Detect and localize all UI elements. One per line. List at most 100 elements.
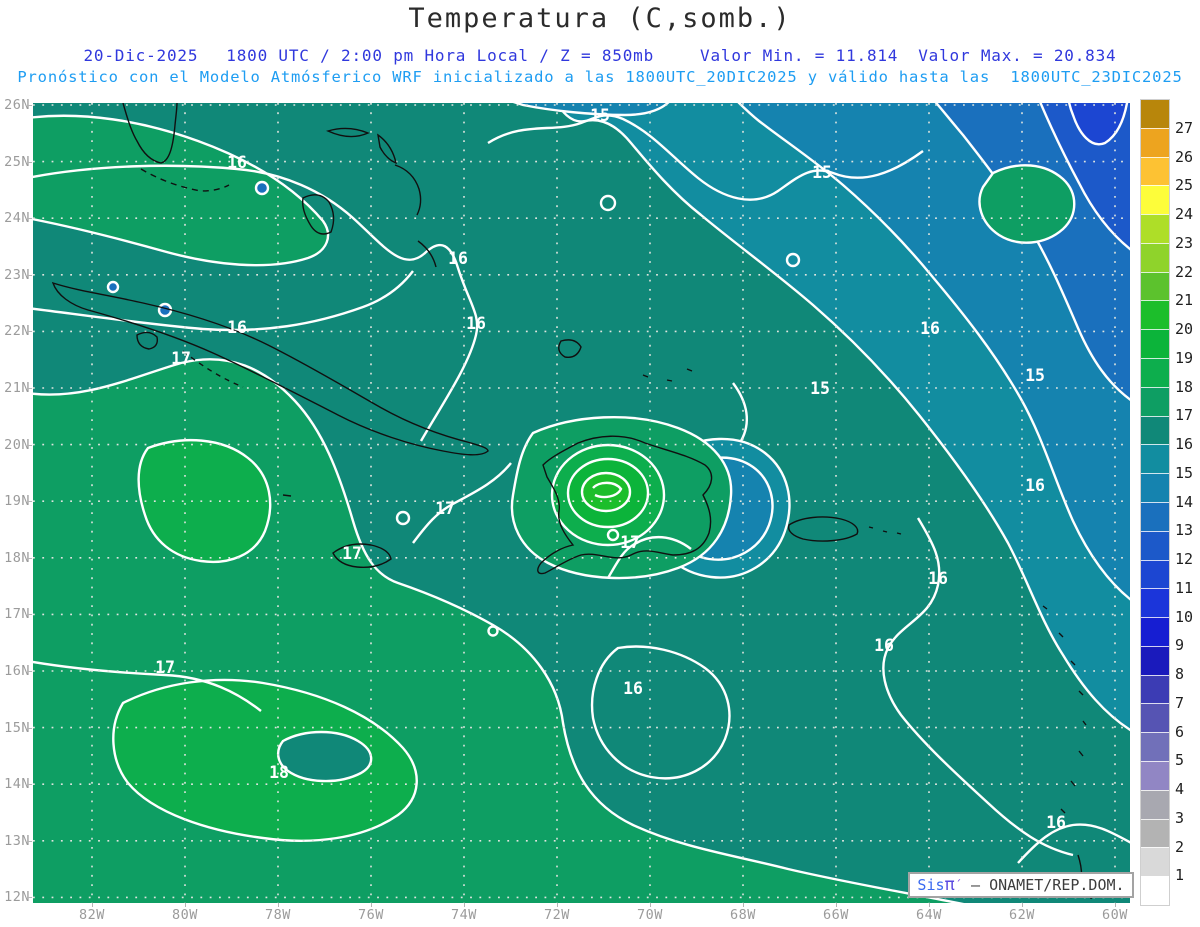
colorbar-swatch xyxy=(1141,444,1169,474)
colorbar-swatch xyxy=(1141,501,1169,531)
colorbar xyxy=(1140,99,1170,906)
colorbar-tick-label: 24 xyxy=(1175,205,1194,223)
colorbar-tick-label: 23 xyxy=(1175,233,1194,252)
contour-label: 16 xyxy=(874,636,894,655)
lat-axis-label: 12N xyxy=(4,889,30,906)
colorbar-tick-label: 13 xyxy=(1175,521,1194,540)
colorbar-tick-label: 8 xyxy=(1175,665,1185,683)
lat-axis-tick xyxy=(27,557,32,559)
lat-axis-tick xyxy=(27,727,32,729)
colorbar-tick-label: 2 xyxy=(1175,837,1185,856)
colorbar-tick-label: 10 xyxy=(1175,607,1194,626)
contour-label: 16 xyxy=(448,249,468,268)
contour-label: 17 xyxy=(620,533,640,552)
lat-axis-label: 22N xyxy=(4,323,30,340)
colorbar-swatch xyxy=(1141,530,1169,560)
band-16-17-bottom-hole xyxy=(276,730,373,783)
watermark-pi-icon: π xyxy=(944,875,955,895)
colorbar-swatch xyxy=(1141,760,1169,790)
colorbar-swatch xyxy=(1141,847,1169,877)
lat-axis-tick xyxy=(27,840,32,842)
lat-axis-label: 18N xyxy=(4,549,30,566)
lat-axis-label: 20N xyxy=(4,436,30,453)
lon-axis-label: 64W xyxy=(916,907,942,923)
lat-axis-label: 24N xyxy=(4,210,30,227)
lon-axis-label: 68W xyxy=(730,907,756,923)
lon-axis-label: 60W xyxy=(1102,907,1128,923)
lat-axis-label: 14N xyxy=(4,776,30,793)
colorbar-swatch xyxy=(1141,271,1169,301)
forecast-run: 1800 UTC / 2:00 pm Hora Local / Z = 850m… xyxy=(226,46,655,65)
value-max: Valor Max. = 20.834 xyxy=(918,46,1117,65)
contour-label: 16 xyxy=(623,679,643,698)
lon-axis-tick xyxy=(371,903,372,907)
cold-spot xyxy=(254,180,270,196)
contour-label: 15 xyxy=(810,379,830,398)
colorbar-tick-label: 9 xyxy=(1175,636,1185,655)
colorbar-tick-label: 11 xyxy=(1175,578,1194,597)
colorbar-swatch xyxy=(1141,127,1169,157)
contour-label: 17 xyxy=(171,349,191,368)
lat-axis-tick xyxy=(27,444,32,446)
colorbar-tick-label: 1 xyxy=(1175,866,1185,885)
lon-axis-tick xyxy=(185,903,186,907)
weather-map-page: { "title": "Temperatura (C,somb.)", "hea… xyxy=(0,0,1200,927)
colorbar-tick-label: 20 xyxy=(1175,320,1194,338)
colorbar-swatch xyxy=(1141,645,1169,675)
colorbar-swatch xyxy=(1141,386,1169,416)
lat-axis-label: 13N xyxy=(4,832,30,849)
lat-axis-tick xyxy=(27,274,32,276)
colorbar-swatch xyxy=(1141,300,1169,330)
colorbar-swatch xyxy=(1141,703,1169,733)
colorbar-swatch xyxy=(1141,789,1169,819)
lon-axis-label: 80W xyxy=(172,907,198,923)
lon-axis-label: 62W xyxy=(1009,907,1035,923)
colorbar-tick-label: 4 xyxy=(1175,780,1185,798)
contour-label: 16 xyxy=(227,153,247,172)
colorbar-tick-label: 3 xyxy=(1175,808,1185,827)
lon-axis-label: 82W xyxy=(79,907,105,923)
lon-axis-label: 72W xyxy=(544,907,570,923)
lon-axis-label: 78W xyxy=(265,907,291,923)
contour-label: 16 xyxy=(920,319,940,338)
contour-label: 16 xyxy=(1046,813,1066,832)
colorbar-tick-label: 6 xyxy=(1175,722,1185,741)
band-20-21-warm-core xyxy=(580,471,632,513)
contour-label: 17 xyxy=(155,658,175,677)
lat-axis-tick xyxy=(27,671,32,672)
colorbar-swatch xyxy=(1141,876,1169,905)
colorbar-tick-label: 16 xyxy=(1175,435,1194,453)
lat-axis-tick xyxy=(27,218,32,220)
colorbar-tick-label: 5 xyxy=(1175,751,1185,770)
lon-axis-tick xyxy=(464,903,465,907)
colorbar-swatch xyxy=(1141,617,1169,646)
colorbar-tick-label: 22 xyxy=(1175,262,1194,281)
colorbar-tick-label: 7 xyxy=(1175,693,1185,712)
lat-axis-label: 25N xyxy=(4,153,30,170)
colorbar-swatch xyxy=(1141,185,1169,215)
lon-axis-tick xyxy=(650,903,651,907)
watermark-badge: Sis π ´ – ONAMET/REP.DOM. xyxy=(908,872,1134,898)
lon-axis-tick xyxy=(836,903,837,907)
lat-axis-tick xyxy=(27,897,32,899)
colorbar-tick-label: 25 xyxy=(1175,176,1194,195)
lon-axis-label: 70W xyxy=(637,907,663,923)
contour-label: 17 xyxy=(435,499,455,518)
colorbar-swatch xyxy=(1141,588,1169,618)
forecast-date: 20-Dic-2025 xyxy=(83,46,199,65)
colorbar-swatch xyxy=(1141,214,1169,243)
colorbar-swatch xyxy=(1141,473,1169,502)
colorbar-tick-label: 12 xyxy=(1175,550,1194,568)
watermark-accent: ´ xyxy=(954,878,962,892)
lon-axis-tick xyxy=(1115,903,1116,907)
contour-label: 16 xyxy=(1025,476,1045,495)
lon-axis-tick xyxy=(1022,903,1023,907)
lon-axis-label: 74W xyxy=(451,907,477,923)
colorbar-tick-label: 18 xyxy=(1175,377,1194,396)
temperature-field: 15 16 15 16 16 16 17 16 15 15 16 17 17 17 16 16 17 16 18 16 xyxy=(25,95,1137,907)
lon-axis-label: 76W xyxy=(358,907,384,923)
forecast-map: 15 16 15 16 16 16 17 16 15 15 16 17 17 17 16 16 17 16 18 16… xyxy=(25,95,1137,907)
colorbar-swatch xyxy=(1141,559,1169,589)
lat-axis-tick xyxy=(27,388,32,389)
contour-label: 15 xyxy=(590,106,610,125)
